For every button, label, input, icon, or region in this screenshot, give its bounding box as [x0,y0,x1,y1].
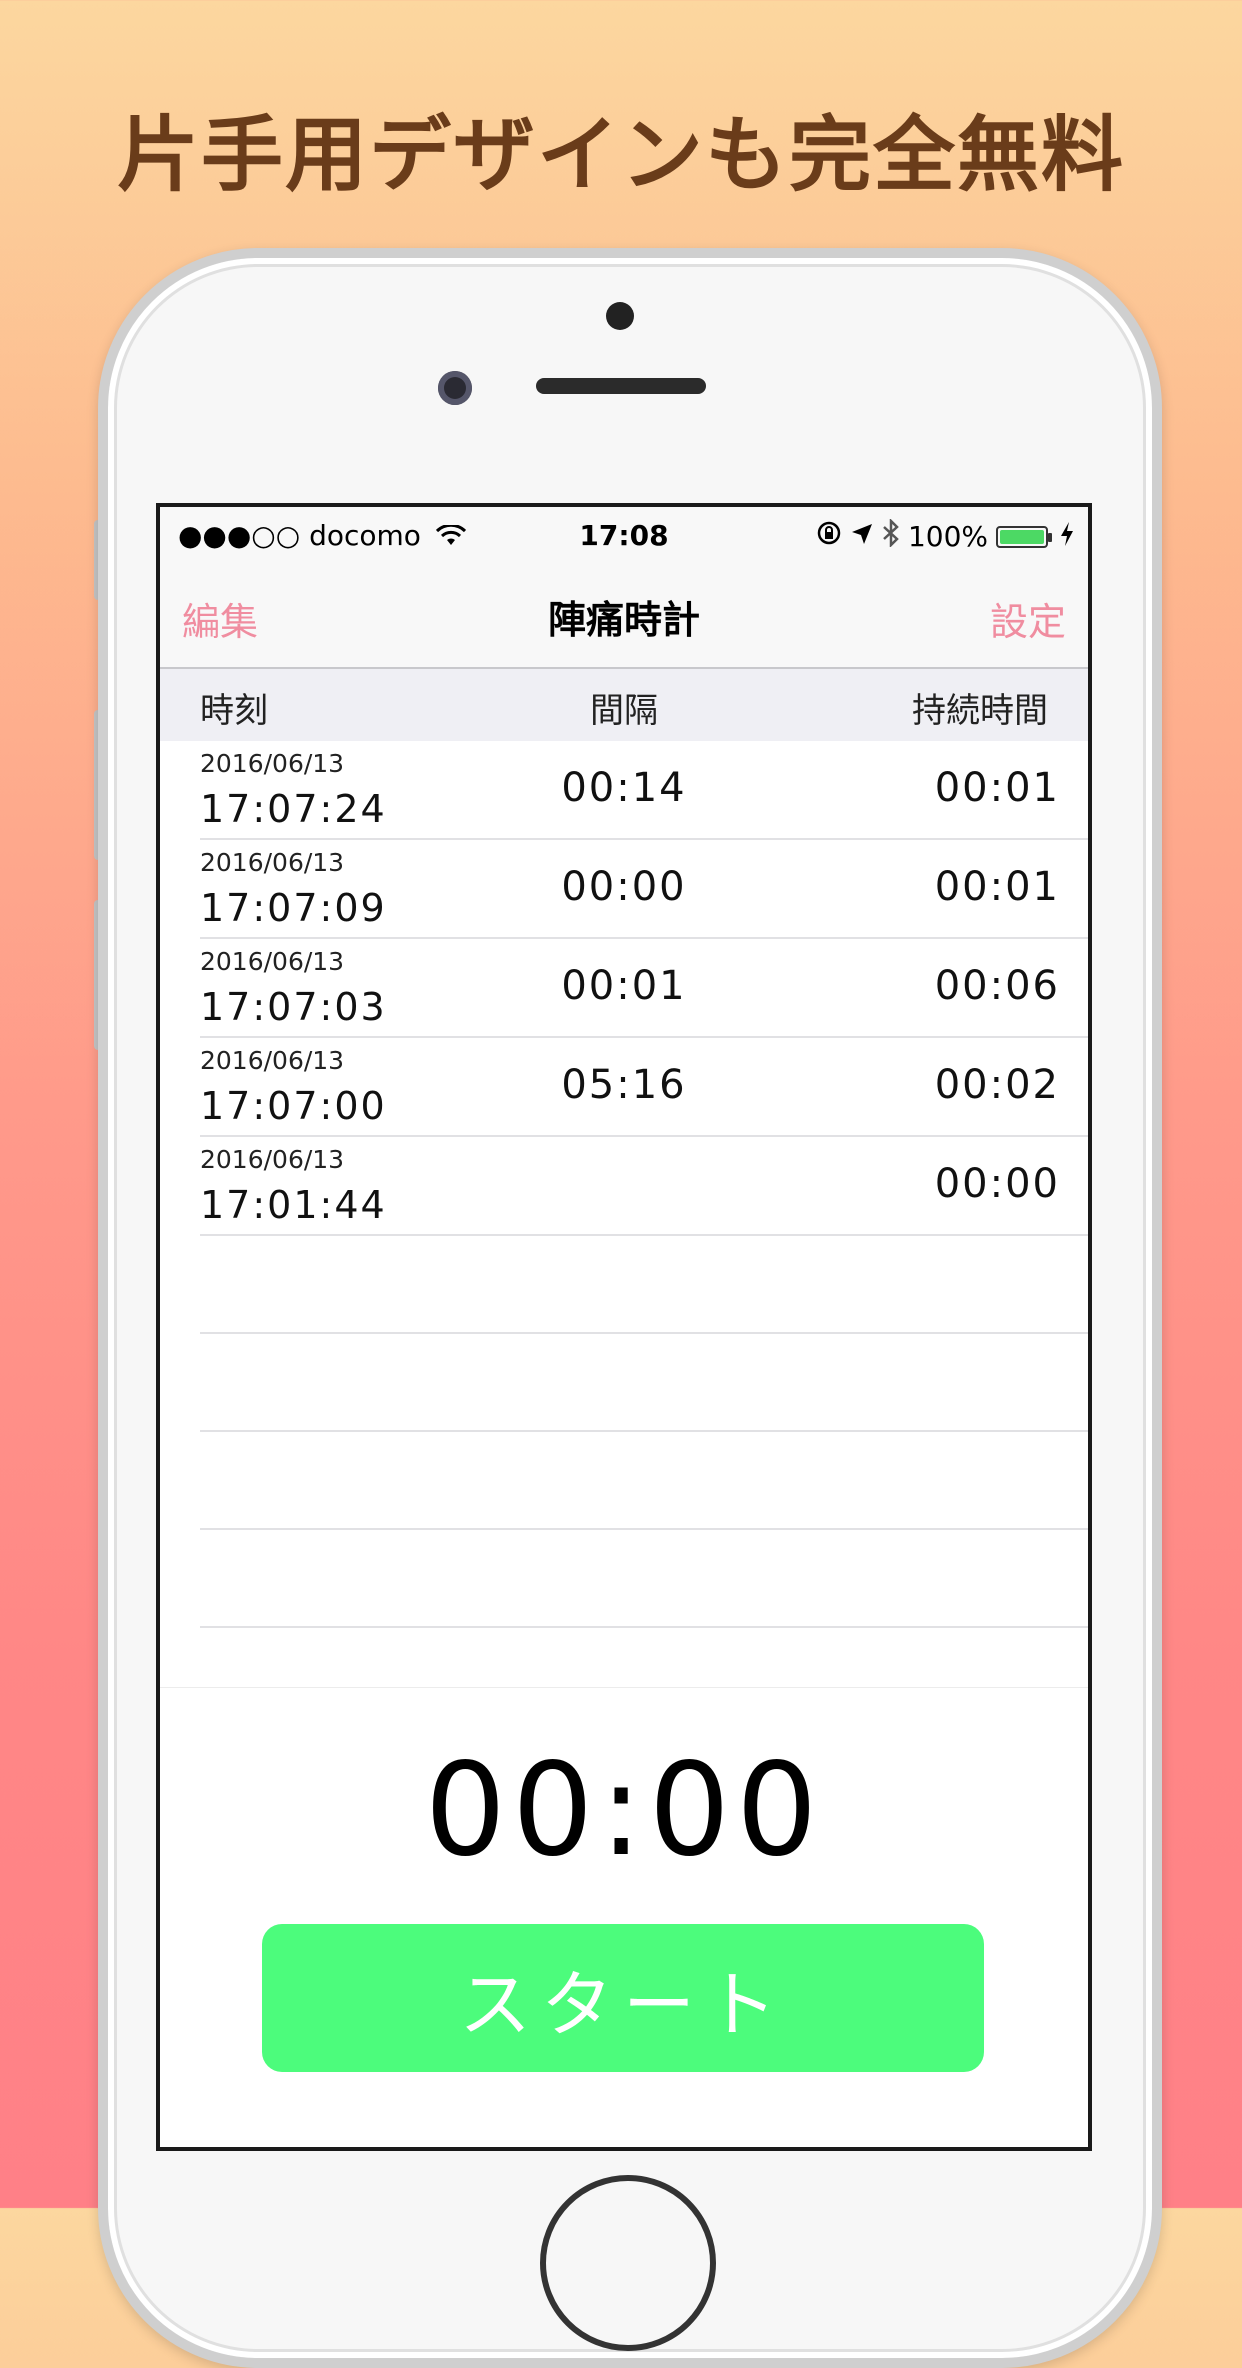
bluetooth-icon [882,517,900,554]
app-screen: ●●●○○ docomo 17:08 100% 編集 陣痛時計 設定 時刻 間隔… [156,503,1092,2151]
settings-button[interactable]: 設定 [990,591,1066,646]
record-duration: 00:01 [934,864,1060,910]
record-duration: 00:01 [934,765,1060,811]
record-duration: 00:02 [934,1062,1060,1108]
empty-row [200,1236,1088,1334]
rotation-lock-icon [816,520,842,553]
column-header: 時刻 間隔 持続時間 [160,669,1088,741]
record-duration: 00:00 [934,1161,1060,1207]
table-row[interactable]: 2016/06/13 17:01:44 00:00 [200,1137,1088,1236]
battery-icon [996,525,1052,548]
table-row[interactable]: 2016/06/13 17:07:24 00:14 00:01 [200,741,1088,840]
column-duration: 持続時間 [912,691,1048,731]
page-title: 陣痛時計 [547,598,700,642]
status-right: 100% [816,517,1074,554]
earpiece-speaker [536,378,706,394]
contraction-list: 2016/06/13 17:07:24 00:14 00:01 2016/06/… [160,741,1088,1628]
charging-icon [1060,520,1074,553]
record-time: 17:01:44 [200,1183,387,1227]
battery-fill [1000,529,1044,544]
front-camera [438,371,472,405]
timer-display: 00:00 [424,1736,824,1885]
home-button[interactable] [540,2175,716,2351]
status-bar: ●●●○○ docomo 17:08 100% [160,507,1088,563]
battery-percent: 100% [907,520,988,553]
table-row[interactable]: 2016/06/13 17:07:00 05:16 00:02 [200,1038,1088,1137]
record-date: 2016/06/13 [200,1145,345,1174]
empty-row [200,1432,1088,1530]
promo-headline: 片手用デザインも完全無料 [116,108,1125,203]
proximity-sensor [606,302,634,330]
navigation-bar: 編集 陣痛時計 設定 [160,563,1088,669]
empty-row [200,1334,1088,1432]
start-button[interactable]: スタート [262,1924,984,2072]
empty-row [200,1530,1088,1628]
timer-panel: 00:00 スタート [160,1687,1088,2147]
location-icon [850,520,874,553]
record-duration: 00:06 [934,963,1060,1009]
table-row[interactable]: 2016/06/13 17:07:09 00:00 00:01 [200,840,1088,939]
table-row[interactable]: 2016/06/13 17:07:03 00:01 00:06 [200,939,1088,1038]
